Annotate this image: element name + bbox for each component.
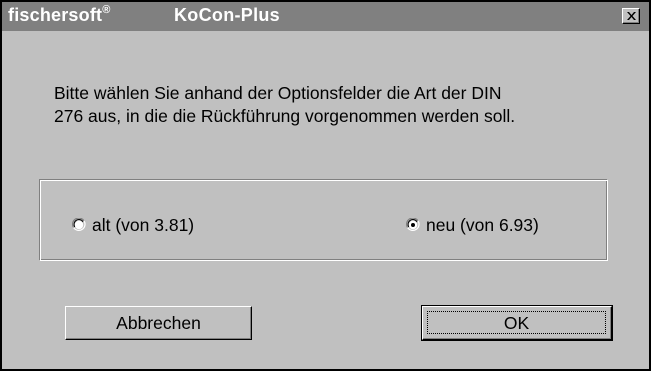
radio-selected-icon[interactable] — [406, 218, 420, 232]
radio-label-alt: alt (von 3.81) — [92, 214, 195, 235]
radio-unselected-icon[interactable] — [72, 218, 86, 232]
instruction-line-2: 276 aus, in die die Rückführung vorgenom… — [54, 106, 516, 126]
instruction-text: Bitte wählen Sie anhand der Optionsfelde… — [54, 82, 634, 128]
radio-label-neu: neu (von 6.93) — [426, 214, 539, 235]
radio-option-neu[interactable]: neu (von 6.93) — [406, 214, 539, 236]
ok-button[interactable]: OK — [421, 305, 613, 341]
dialog-window: fischersoft® KoCon-Plus Bitte wählen Sie… — [0, 0, 651, 371]
brand-text: fischersoft — [8, 5, 103, 25]
close-x-icon — [627, 12, 636, 20]
radio-option-alt[interactable]: alt (von 3.81) — [72, 214, 194, 236]
ok-button-label: OK — [427, 311, 606, 334]
title-bar[interactable]: fischersoft® KoCon-Plus — [2, 2, 649, 31]
brand-name: fischersoft® — [8, 4, 111, 26]
window-title: KoCon-Plus — [174, 5, 280, 25]
registered-mark: ® — [102, 4, 111, 16]
close-button[interactable] — [622, 8, 640, 24]
cancel-button[interactable]: Abbrechen — [65, 306, 252, 340]
instruction-line-1: Bitte wählen Sie anhand der Optionsfelde… — [54, 83, 502, 103]
